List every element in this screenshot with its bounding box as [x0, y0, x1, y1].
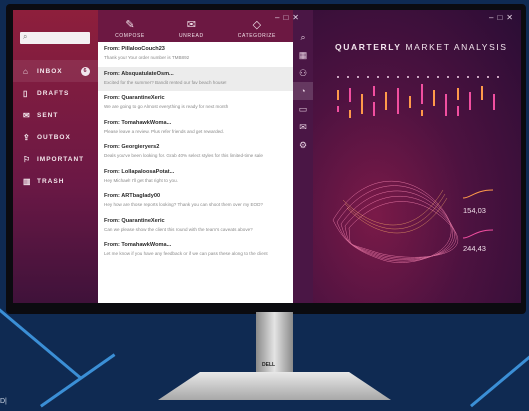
envelope-icon: ✉ — [186, 19, 196, 31]
sidebar: ⌕ ⌂ INBOX 6 ▯ DRAFTS ✉ SENT ⇪ OUTBOX ⚐ I… — [13, 10, 98, 303]
pen-icon: ✎ — [125, 19, 135, 31]
unread-button[interactable]: ✉ UNREAD — [179, 19, 204, 39]
draft-icon: ▯ — [23, 88, 29, 98]
tick-marks — [337, 76, 499, 78]
categorize-button[interactable]: ◇ CATEGORIZE — [238, 19, 276, 39]
search-icon[interactable]: ⌕ — [293, 28, 313, 46]
monitor-stand-base — [158, 372, 391, 400]
sidebar-item-trash[interactable]: ▥ TRASH — [13, 170, 98, 192]
trash-icon: ▥ — [23, 176, 32, 186]
app-icon-strip: ⌕ ▦ ⚇ ◔ ▭ ✉ ⚙ — [293, 10, 313, 303]
message-sender: From: Georgieryers2 — [104, 144, 160, 150]
bar-visualization — [337, 76, 499, 118]
list-item[interactable]: From: AbsquatulateOsm... Excited for the… — [98, 66, 293, 91]
list-item[interactable]: From: TomahawkWoma... Please leave a rev… — [98, 116, 293, 141]
sidebar-item-label: DRAFTS — [37, 89, 70, 97]
users-icon[interactable]: ⚇ — [293, 64, 313, 82]
unread-count-badge: 6 — [81, 66, 90, 76]
message-sender: From: TomahawkWoma... — [104, 242, 172, 248]
message-list: From: PillalooCouch23 Thank you! Your or… — [98, 42, 293, 303]
chart-icon[interactable]: ◔ — [293, 82, 313, 100]
close-icon[interactable]: ✕ — [506, 13, 517, 22]
analysis-title: QUARTERLY MARKET ANALYSIS — [335, 42, 508, 52]
list-item[interactable]: From: ARTbaglady00 Hey how are those rep… — [98, 189, 293, 214]
sidebar-item-label: SENT — [37, 111, 59, 119]
list-item[interactable]: From: LollapaloosaPotat... Hey Michael! … — [98, 165, 293, 190]
sidebar-item-drafts[interactable]: ▯ DRAFTS — [13, 82, 98, 104]
grid-icon[interactable]: ▦ — [293, 46, 313, 64]
message-sender: From: ARTbaglady00 — [104, 193, 161, 199]
compose-button[interactable]: ✎ COMPOSE — [115, 19, 145, 39]
maximize-icon[interactable]: □ — [283, 13, 292, 22]
unread-label: UNREAD — [178, 33, 204, 39]
message-sender: From: PillalooCouch23 — [104, 46, 165, 52]
metric-value-2: 244,43 — [463, 244, 486, 253]
sidebar-item-label: TRASH — [37, 177, 65, 185]
sidebar-item-important[interactable]: ⚐ IMPORTANT — [13, 148, 98, 170]
categorize-label: CATEGORIZE — [237, 33, 276, 39]
app-window: ⌕ ⌂ INBOX 6 ▯ DRAFTS ✉ SENT ⇪ OUTBOX ⚐ I… — [13, 10, 521, 303]
message-preview: We are going to go Almost everything is … — [104, 104, 229, 109]
window-controls: –□✕ — [275, 13, 303, 22]
sidebar-item-inbox[interactable]: ⌂ INBOX 6 — [13, 60, 98, 82]
list-item[interactable]: From: Georgieryers2 Deals you've been lo… — [98, 140, 293, 165]
analysis-panel: –□✕ QUARTERLY MARKET ANALYSIS 154,03 244… — [313, 10, 521, 303]
background-stripe — [40, 353, 116, 408]
maximize-icon[interactable]: □ — [497, 13, 506, 22]
search-icon: ⌕ — [23, 32, 28, 41]
bar-group-1 — [337, 84, 495, 118]
list-item[interactable]: From: QuarantineXeric Can we please show… — [98, 214, 293, 239]
settings-icon[interactable]: ⚙ — [293, 136, 313, 154]
message-preview: Let me know if you have any feedback or … — [104, 251, 268, 256]
flag-icon: ⚐ — [23, 154, 32, 164]
list-item[interactable]: From: PillalooCouch23 Thank you! Your or… — [98, 42, 293, 67]
outbox-icon: ⇪ — [23, 132, 31, 142]
message-preview: Can we please show the client this round… — [104, 226, 253, 232]
sidebar-item-label: OUTBOX — [37, 133, 71, 141]
message-sender: From: QuarantineXeric — [104, 95, 165, 101]
sidebar-item-label: INBOX — [37, 67, 63, 75]
wave-visualization — [332, 180, 459, 263]
title-rest: MARKET ANALYSIS — [401, 42, 508, 52]
sparkline-2 — [463, 229, 493, 239]
message-column: –□✕ ✎ COMPOSE ✉ UNREAD ◇ CATEGORIZE From… — [98, 10, 299, 303]
sidebar-item-sent[interactable]: ✉ SENT — [13, 104, 98, 126]
message-preview: Thank you! Your order number is TMB892 — [104, 55, 190, 60]
window-controls: –□✕ — [489, 13, 517, 22]
search-input[interactable]: ⌕ — [20, 32, 90, 44]
background-stripe — [470, 353, 529, 408]
sidebar-item-label: IMPORTANT — [37, 155, 85, 163]
list-item[interactable]: From: TomahawkWoma... Let me know if you… — [98, 238, 293, 263]
close-icon[interactable]: ✕ — [292, 13, 303, 22]
message-sender: From: QuarantineXeric — [104, 217, 165, 224]
corner-mark: D| — [0, 398, 7, 405]
inbox-icon: ⌂ — [23, 66, 29, 76]
metric-value-1: 154,03 — [463, 206, 486, 215]
sent-icon: ✉ — [23, 110, 31, 120]
message-preview: Please leave a review. Plus refer friend… — [104, 128, 225, 134]
compose-label: COMPOSE — [115, 33, 145, 39]
message-preview: Deals you've been looking for. Grab 40% … — [104, 153, 263, 158]
tag-icon: ◇ — [252, 19, 262, 31]
message-preview: Excited for the summer? Bandit rented ou… — [104, 79, 227, 85]
list-item[interactable]: From: QuarantineXeric We are going to go… — [98, 91, 293, 116]
title-bold: QUARTERLY — [335, 42, 402, 52]
chat-icon[interactable]: ▭ — [293, 100, 313, 118]
mail-toolbar: –□✕ ✎ COMPOSE ✉ UNREAD ◇ CATEGORIZE — [98, 10, 299, 42]
message-sender: From: TomahawkWoma... — [104, 119, 172, 126]
dell-logo: DELL — [262, 362, 276, 368]
mail-folders: ⌂ INBOX 6 ▯ DRAFTS ✉ SENT ⇪ OUTBOX ⚐ IMP… — [13, 60, 98, 192]
message-sender: From: AbsquatulateOsm... — [104, 70, 174, 77]
sparkline-1 — [463, 189, 493, 199]
mail-icon[interactable]: ✉ — [293, 118, 313, 136]
monitor-stand-neck — [256, 312, 293, 382]
message-sender: From: LollapaloosaPotat... — [104, 168, 175, 175]
message-preview: Hey Michael! I'll get that right to you. — [104, 177, 178, 183]
sidebar-item-outbox[interactable]: ⇪ OUTBOX — [13, 126, 98, 148]
message-preview: Hey how are those reports looking? Thank… — [104, 202, 263, 207]
